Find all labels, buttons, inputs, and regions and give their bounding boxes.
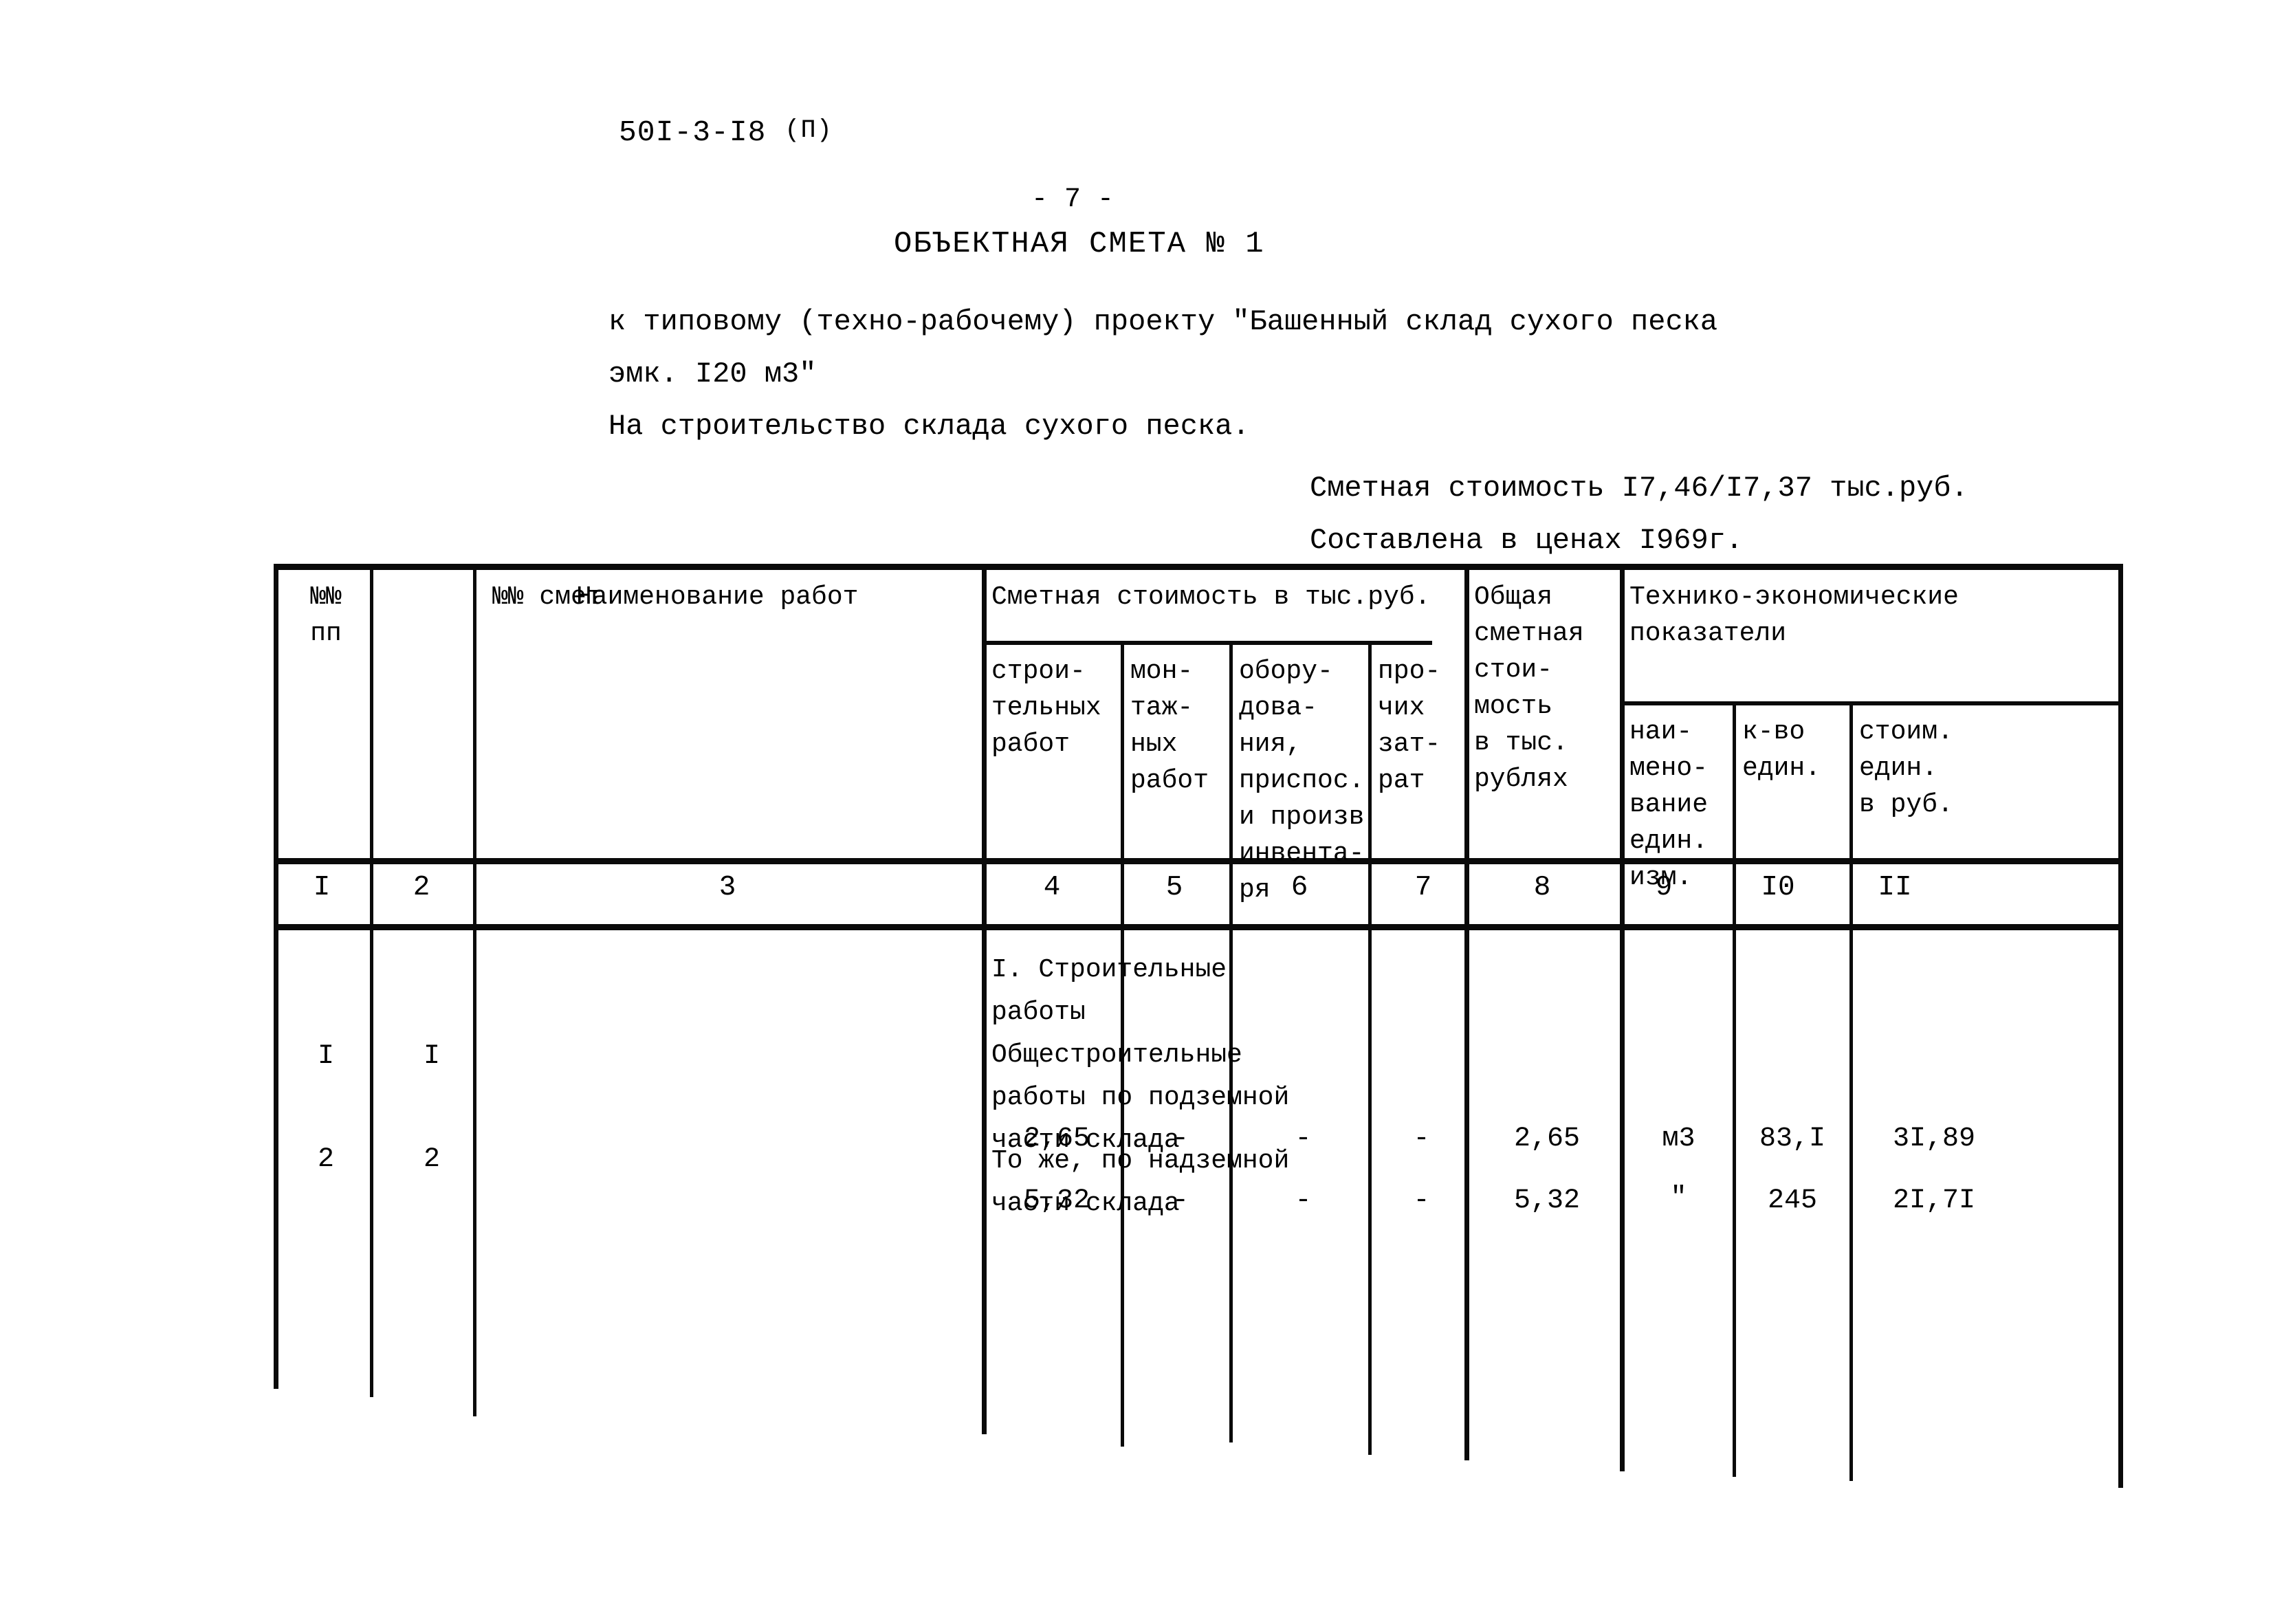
row-2-unit-name: " (1670, 1183, 1687, 1214)
header-other: про- чих зат- рат (1378, 657, 1441, 795)
intro-line-1: к типовому (техно-рабочему) проекту "Баш… (608, 305, 1718, 338)
header-equipment: обору- дова- ния, приспос. и произв инве… (1239, 657, 1365, 905)
colnum-11: II (1878, 872, 1912, 903)
colnum-10: I0 (1761, 872, 1795, 903)
header-unit-cost: стоим. един. в руб. (1859, 717, 1953, 820)
row-1-pp: I (317, 1041, 334, 1072)
header-tech-group: Технико-экономические показатели (1629, 582, 1959, 648)
body-border-left (274, 924, 278, 1389)
body-divider-smet (473, 924, 476, 1416)
colnum-3: 3 (718, 872, 736, 903)
row-1-unit-qty: 83,I (1759, 1123, 1825, 1154)
divider-pp (370, 568, 373, 924)
row-2-total: 5,32 (1513, 1185, 1580, 1216)
body-divider-pp (370, 924, 373, 1397)
row-1-smet: I (423, 1041, 440, 1072)
row-2-unit-qty: 245 (1767, 1185, 1817, 1216)
rule-tech-group (1620, 701, 2123, 705)
rule-header-bottom (274, 858, 2123, 864)
divider-smet (473, 568, 476, 924)
document-page: 50I-3-I8 (П) - 7 - ОБЪЕКТНАЯ СМЕТА № 1 к… (0, 0, 2273, 1624)
intro-line-2: эмк. I20 м3" (608, 358, 817, 391)
document-code-text: 50I-3-I8 (619, 116, 767, 149)
colnum-1: I (313, 872, 331, 903)
rule-estimate-group (982, 641, 1432, 645)
estimate-table: №№ пп №№ смет Наименование работ Сметная… (274, 564, 2123, 1488)
header-work-name: Наименование работ (576, 582, 859, 612)
total-cost-line: Сметная стоимость I7,46/I7,37 тыс.руб. (1310, 472, 1968, 505)
section-title: I. Строительные работы (991, 955, 1227, 1027)
colnum-7: 7 (1414, 872, 1432, 903)
table-border-top (274, 564, 2123, 570)
colnum-6: 6 (1291, 872, 1308, 903)
colnum-4: 4 (1043, 872, 1061, 903)
row-2-assembly: - (1172, 1185, 1189, 1216)
colnum-2: 2 (413, 872, 430, 903)
document-code-suffix: (П) (784, 116, 833, 145)
intro-block: к типовому (техно-рабочему) проекту "Баш… (608, 296, 1717, 452)
header-assembly: мон- таж- ных работ (1130, 657, 1209, 795)
body-divider-unitname (1733, 924, 1736, 1477)
price-basis-line: Составлена в ценах I969г. (1310, 524, 1744, 557)
colnum-8: 8 (1533, 872, 1551, 903)
body-divider-unitqty (1849, 924, 1853, 1481)
row-1-total: 2,65 (1513, 1123, 1580, 1154)
colnum-9: 9 (1655, 872, 1673, 903)
cost-summary-block: Сметная стоимость I7,46/I7,37 тыс.руб. С… (1310, 462, 1968, 567)
body-divider-workname (982, 924, 987, 1434)
page-number: - 7 - (1031, 184, 1114, 215)
row-2-equipment: - (1295, 1185, 1312, 1216)
header-estimate-group: Сметная стоимость в тыс.руб. (991, 582, 1431, 612)
rule-colnums-bottom (274, 924, 2123, 930)
divider-workname (982, 568, 987, 924)
header-unit-name: наи- мено- вание един. изм. (1629, 717, 1709, 892)
row-1-unit-name: м3 (1662, 1123, 1695, 1154)
border-left (274, 564, 278, 924)
document-code: 50I-3-I8 (П) (619, 116, 833, 149)
header-construction: строи- тельных работ (991, 657, 1101, 759)
row-2-construction: 5,32 (1023, 1185, 1090, 1216)
row-2-unit-cost: 2I,7I (1892, 1185, 1976, 1216)
body-divider-total (1620, 924, 1625, 1471)
header-unit-qty: к-во един. (1742, 717, 1821, 783)
page-title: ОБЪЕКТНАЯ СМЕТА № 1 (894, 227, 1265, 261)
intro-line-3: На строительство склада сухого песка. (608, 410, 1250, 443)
body-border-right (2118, 924, 2123, 1488)
colnum-5: 5 (1165, 872, 1183, 903)
row-1-unit-cost: 3I,89 (1892, 1123, 1976, 1154)
header-total: Общая сметная стои- мость в тыс. рублях (1474, 582, 1584, 794)
row-2-pp: 2 (317, 1144, 334, 1175)
header-pp: №№ пп (310, 582, 342, 648)
row-2-smet: 2 (423, 1144, 440, 1175)
row-2-other: - (1413, 1185, 1430, 1216)
